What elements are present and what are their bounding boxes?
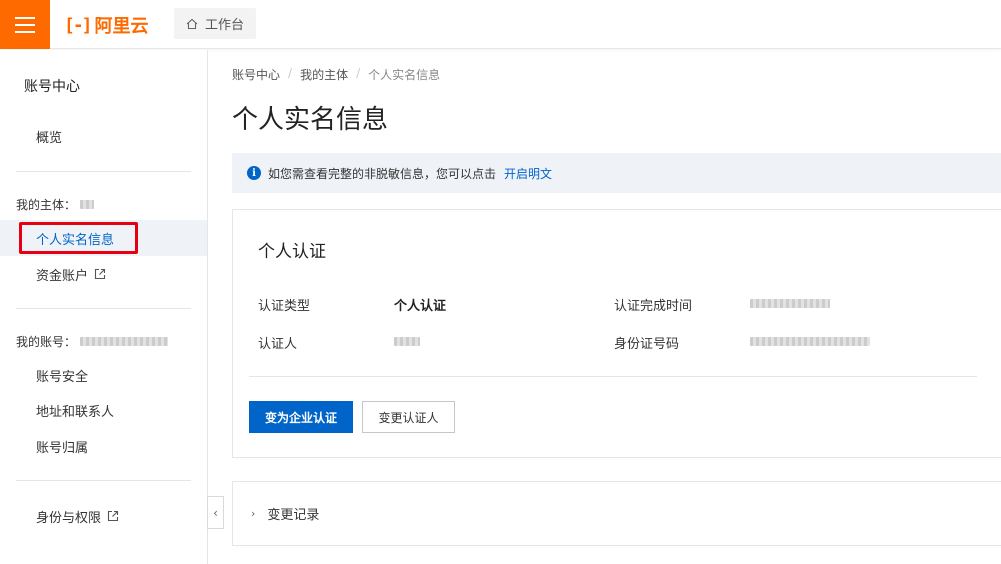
workbench-button[interactable]: 工作台 xyxy=(174,8,256,39)
sidebar-item-fund-account[interactable]: 资金账户 xyxy=(0,256,207,292)
aliyun-logo[interactable]: [-] 阿里云 xyxy=(64,13,149,38)
chevron-left-icon: ‹ xyxy=(213,505,218,520)
external-link-icon xyxy=(94,268,106,280)
sidebar-item-account-ownership[interactable]: 账号归属 xyxy=(0,428,207,464)
top-bar: [-] 阿里云 工作台 xyxy=(0,0,1001,49)
sidebar-item-label: 地址和联系人 xyxy=(36,404,115,420)
change-auth-person-button[interactable]: 变更认证人 xyxy=(362,401,455,433)
show-plaintext-link[interactable]: 开启明文 xyxy=(504,165,552,182)
sidebar-item-identity-permissions[interactable]: 身份与权限 xyxy=(0,498,207,534)
change-log-label: 变更记录 xyxy=(267,508,320,523)
sidebar-item-label: 个人实名信息 xyxy=(36,232,115,248)
personal-auth-card: 个人认证 认证类型 个人认证 认证完成时间 认证人 身份证号码 变为企业认证 变… xyxy=(232,209,1001,458)
breadcrumb-item[interactable]: 账号中心 xyxy=(232,66,280,83)
sidebar-item-label: 概览 xyxy=(36,130,63,146)
change-log-panel[interactable]: › 变更记录 xyxy=(232,481,1001,546)
masked-entity-name xyxy=(80,200,95,209)
sidebar-collapse-button[interactable]: ‹ xyxy=(207,496,224,529)
card-title: 个人认证 xyxy=(258,242,326,262)
sidebar-item-personal-realname[interactable]: 个人实名信息 xyxy=(0,220,207,256)
my-account-group-label: 我的账号： xyxy=(16,333,169,350)
logo-mark: [-] xyxy=(64,14,92,36)
completion-time-label: 认证完成时间 xyxy=(614,299,693,314)
info-notice: i 如您需查看完整的非脱敏信息，您可以点击 开启明文 xyxy=(232,153,1001,193)
info-icon: i xyxy=(247,166,261,180)
my-entity-group-label: 我的主体： xyxy=(16,196,95,213)
sidebar-divider xyxy=(16,480,191,481)
breadcrumb-current: 个人实名信息 xyxy=(368,68,441,82)
breadcrumb-item[interactable]: 我的主体 xyxy=(300,66,348,83)
sidebar-item-account-security[interactable]: 账号安全 xyxy=(0,357,207,393)
external-link-icon xyxy=(107,510,119,522)
masked-person-name xyxy=(394,337,420,346)
auth-type-label: 认证类型 xyxy=(258,299,311,314)
sidebar-item-label: 账号归属 xyxy=(36,440,89,456)
sidebar-item-overview[interactable]: 概览 xyxy=(0,118,207,154)
workbench-label: 工作台 xyxy=(204,18,244,33)
page-title: 个人实名信息 xyxy=(232,105,389,135)
home-icon xyxy=(186,18,198,29)
id-number-label: 身份证号码 xyxy=(614,337,680,352)
masked-account-name xyxy=(80,337,169,346)
logo-text: 阿里云 xyxy=(94,16,149,37)
auth-type-value: 个人认证 xyxy=(394,299,447,314)
sidebar-item-label: 账号安全 xyxy=(36,369,89,385)
sidebar-item-label: 资金账户 xyxy=(36,268,89,284)
masked-id-number xyxy=(750,337,870,346)
sidebar-item-label: 身份与权限 xyxy=(36,510,102,526)
auth-person-label: 认证人 xyxy=(258,337,298,352)
chevron-right-icon: › xyxy=(251,507,256,520)
breadcrumb: 账号中心 / 我的主体 / 个人实名信息 xyxy=(232,66,441,83)
sidebar: 账号中心 概览 我的主体： 个人实名信息 资金账户 我的账号： 账号安全 地址和… xyxy=(0,50,208,564)
masked-completion-time xyxy=(750,299,830,308)
card-divider xyxy=(249,376,977,377)
sidebar-divider xyxy=(16,308,191,309)
sidebar-divider xyxy=(16,171,191,172)
hamburger-menu-icon[interactable] xyxy=(0,0,50,49)
sidebar-item-address-contacts[interactable]: 地址和联系人 xyxy=(0,392,207,428)
sidebar-title: 账号中心 xyxy=(24,79,80,95)
notice-text: 如您需查看完整的非脱敏信息，您可以点击 xyxy=(268,166,497,181)
switch-to-enterprise-button[interactable]: 变为企业认证 xyxy=(249,401,353,433)
